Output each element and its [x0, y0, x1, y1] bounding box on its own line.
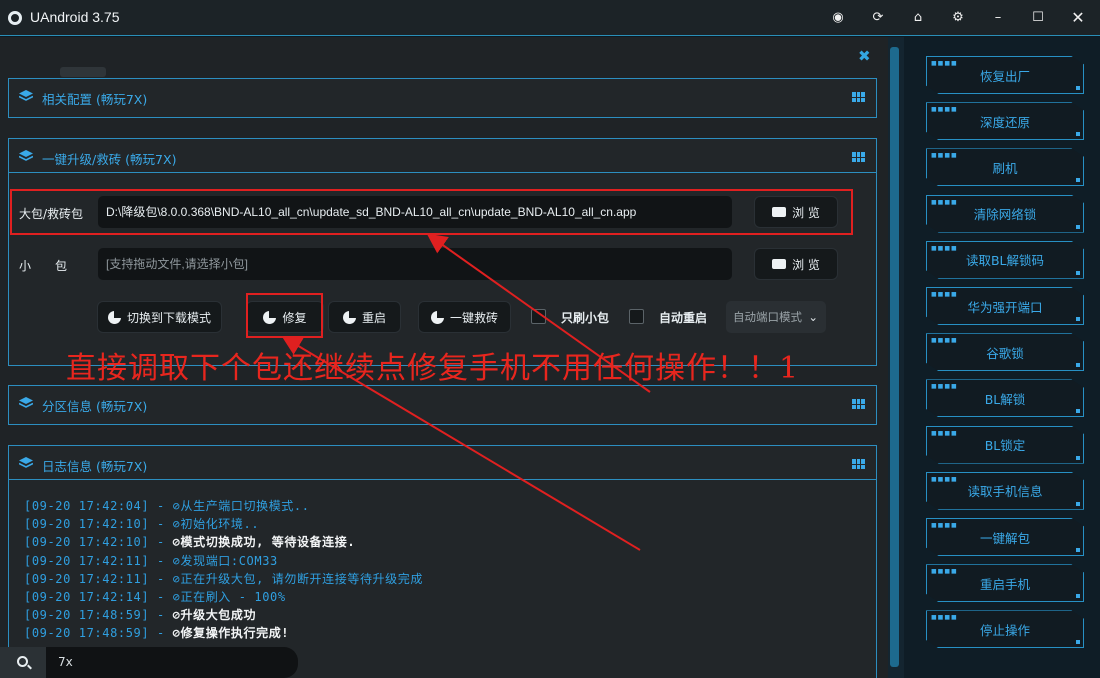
dots-decoration-icon: ■■■■: [931, 522, 958, 529]
sidebar-button[interactable]: ■■■■ 停止操作: [926, 610, 1084, 649]
corner-square-icon: [1076, 317, 1080, 321]
corner-square-icon: [1076, 86, 1080, 90]
dots-decoration-icon: ■■■■: [931, 429, 958, 437]
corner-square-icon: [1076, 224, 1080, 229]
sidebar-button-label: 读取BL解锁码: [965, 253, 1045, 269]
sidebar-button-label: BL锁定: [984, 438, 1026, 454]
corner-square-icon: [1076, 548, 1080, 552]
sidebar-button[interactable]: ■■■■ BL解锁: [926, 379, 1084, 418]
corner-square-icon: [1076, 594, 1080, 599]
sidebar-button[interactable]: ■■■■ BL锁定: [926, 425, 1084, 464]
corner-square-icon: [1076, 270, 1080, 275]
sidebar-button-label: 停止操作: [979, 622, 1030, 638]
search-icon[interactable]: [17, 656, 28, 667]
corner-square-icon: [1076, 501, 1080, 506]
search-input[interactable]: 7x: [58, 655, 73, 669]
sidebar-button[interactable]: ■■■■ 重启手机: [926, 564, 1084, 603]
dots-decoration-icon: ■■■■: [931, 291, 958, 298]
sidebar-button[interactable]: ■■■■ 谷歌锁: [926, 333, 1084, 372]
dots-decoration-icon: ■■■■: [931, 244, 958, 252]
sidebar-button[interactable]: ■■■■ 华为强开端口: [926, 287, 1084, 325]
dots-decoration-icon: ■■■■: [931, 383, 958, 391]
sidebar-button-label: 清除网络锁: [973, 207, 1037, 223]
annotation-text: 直接调取下个包还继续点修复手机不用任何操作！！1: [66, 351, 800, 386]
sidebar-button-label: 谷歌锁: [986, 345, 1024, 361]
dots-decoration-icon: ■■■■: [931, 198, 958, 206]
sidebar-button-label: 华为强开端口: [967, 299, 1043, 315]
corner-square-icon: [1076, 363, 1080, 368]
corner-square-icon: [1076, 178, 1080, 183]
dots-decoration-icon: ■■■■: [931, 106, 958, 114]
sidebar-button-label: 一键解包: [979, 530, 1030, 546]
sidebar-button-label: 恢复出厂: [979, 68, 1030, 84]
sidebar-button[interactable]: ■■■■ 读取手机信息: [926, 471, 1084, 510]
sidebar-divider: [888, 37, 904, 678]
sidebar-button-label: 读取手机信息: [967, 484, 1043, 500]
sidebar-button[interactable]: ■■■■ 恢复出厂: [926, 56, 1084, 94]
dots-decoration-icon: ■■■■: [931, 475, 958, 483]
dots-decoration-icon: ■■■■: [931, 152, 958, 160]
dots-decoration-icon: ■■■■: [931, 60, 958, 67]
sidebar-button-label: 重启手机: [979, 576, 1030, 592]
sidebar-button[interactable]: ■■■■ 清除网络锁: [926, 194, 1084, 233]
search-bar[interactable]: 7x: [0, 647, 298, 678]
sidebar-button-label: 深度还原: [979, 114, 1030, 130]
sidebar-button[interactable]: ■■■■ 深度还原: [926, 102, 1084, 141]
corner-square-icon: [1076, 132, 1080, 137]
sidebar-button-label: 刷机: [992, 160, 1018, 176]
sidebar-button[interactable]: ■■■■ 刷机: [926, 148, 1084, 187]
dots-decoration-icon: ■■■■: [931, 614, 958, 622]
sidebar-button[interactable]: ■■■■ 读取BL解锁码: [926, 240, 1084, 279]
corner-square-icon: [1076, 409, 1080, 414]
corner-square-icon: [1076, 455, 1080, 460]
sidebar-button[interactable]: ■■■■ 一键解包: [926, 518, 1084, 556]
dots-decoration-icon: ■■■■: [931, 568, 958, 576]
sidebar-button-label: BL解锁: [984, 391, 1026, 407]
dots-decoration-icon: ■■■■: [931, 337, 958, 345]
corner-square-icon: [1076, 640, 1080, 645]
